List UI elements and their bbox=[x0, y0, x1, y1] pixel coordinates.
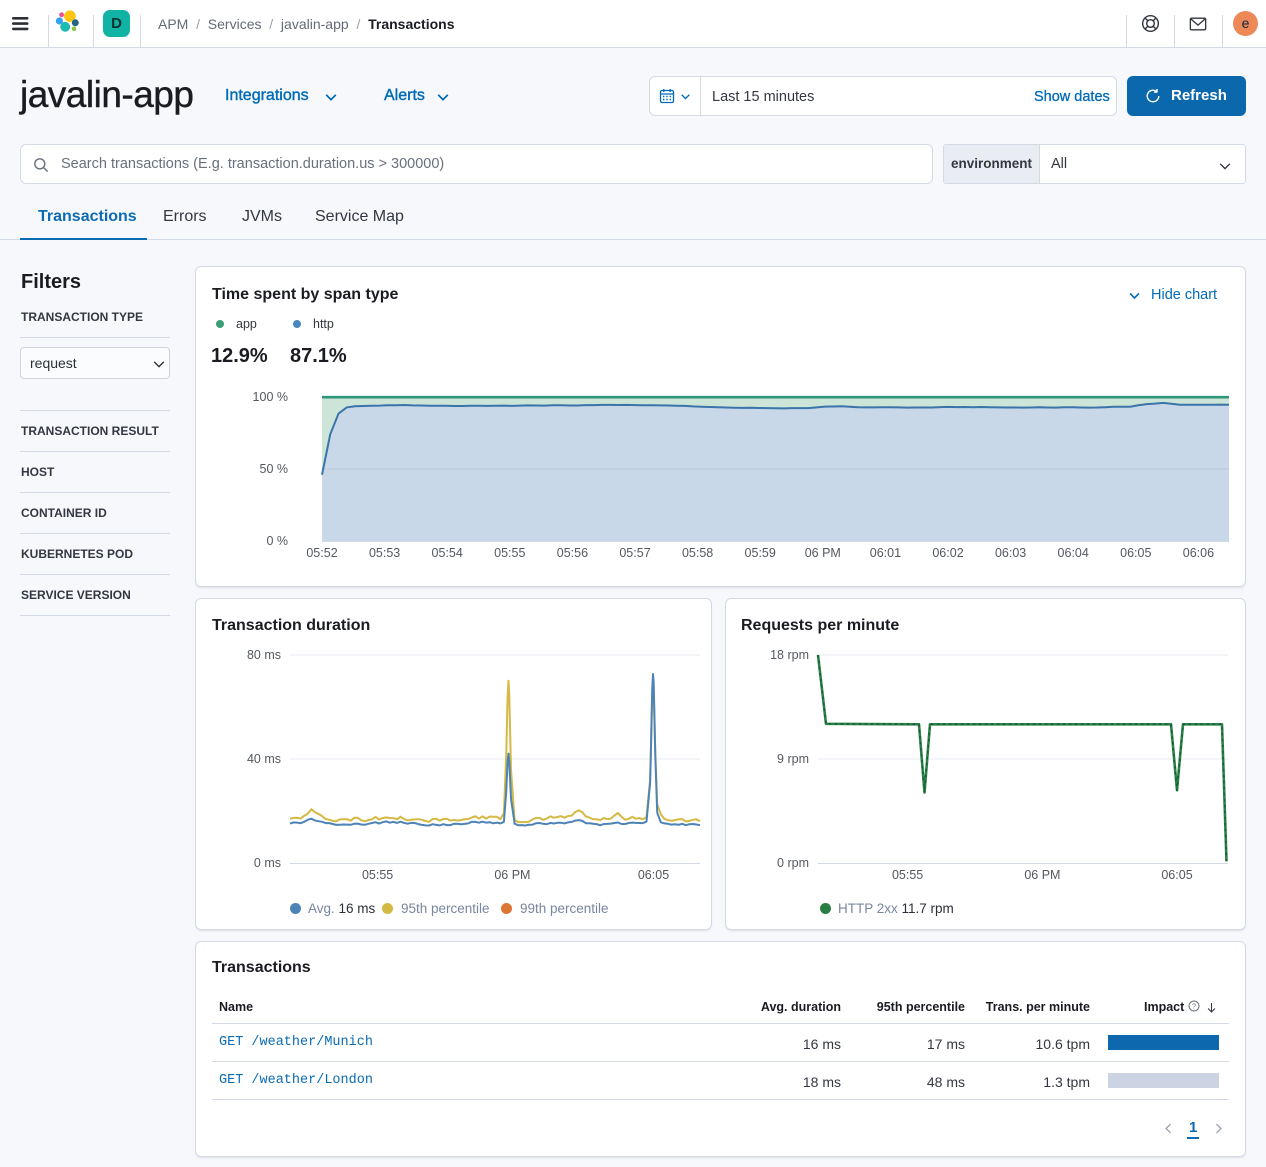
svg-text:9 rpm: 9 rpm bbox=[777, 752, 809, 766]
svg-text:40 ms: 40 ms bbox=[247, 752, 281, 766]
svg-text:?: ? bbox=[1192, 1002, 1196, 1011]
svg-text:18 rpm: 18 rpm bbox=[770, 648, 809, 662]
svg-text:06:06: 06:06 bbox=[1183, 546, 1214, 560]
svg-text:06 PM: 06 PM bbox=[494, 868, 530, 882]
svg-text:06:02: 06:02 bbox=[932, 546, 963, 560]
svg-text:06 PM: 06 PM bbox=[1024, 868, 1060, 882]
svg-text:06:03: 06:03 bbox=[995, 546, 1026, 560]
svg-text:06:05: 06:05 bbox=[638, 868, 669, 882]
svg-text:06:05: 06:05 bbox=[1161, 868, 1192, 882]
svg-text:05:59: 05:59 bbox=[745, 546, 776, 560]
svg-text:06:04: 06:04 bbox=[1058, 546, 1089, 560]
svg-text:80 ms: 80 ms bbox=[247, 648, 281, 662]
svg-text:05:58: 05:58 bbox=[682, 546, 713, 560]
svg-text:05:55: 05:55 bbox=[494, 546, 525, 560]
svg-text:05:56: 05:56 bbox=[557, 546, 588, 560]
svg-text:05:57: 05:57 bbox=[619, 546, 650, 560]
svg-text:05:55: 05:55 bbox=[362, 868, 393, 882]
svg-text:05:55: 05:55 bbox=[892, 868, 923, 882]
svg-text:06 PM: 06 PM bbox=[805, 546, 841, 560]
svg-text:05:54: 05:54 bbox=[432, 546, 463, 560]
svg-text:06:05: 06:05 bbox=[1120, 546, 1151, 560]
svg-text:0 ms: 0 ms bbox=[254, 856, 281, 870]
svg-text:0 rpm: 0 rpm bbox=[777, 856, 809, 870]
svg-text:05:52: 05:52 bbox=[306, 546, 337, 560]
svg-text:100 %: 100 % bbox=[253, 390, 288, 404]
svg-text:50 %: 50 % bbox=[260, 462, 289, 476]
svg-text:0 %: 0 % bbox=[266, 534, 288, 548]
svg-text:05:53: 05:53 bbox=[369, 546, 400, 560]
svg-text:06:01: 06:01 bbox=[870, 546, 901, 560]
